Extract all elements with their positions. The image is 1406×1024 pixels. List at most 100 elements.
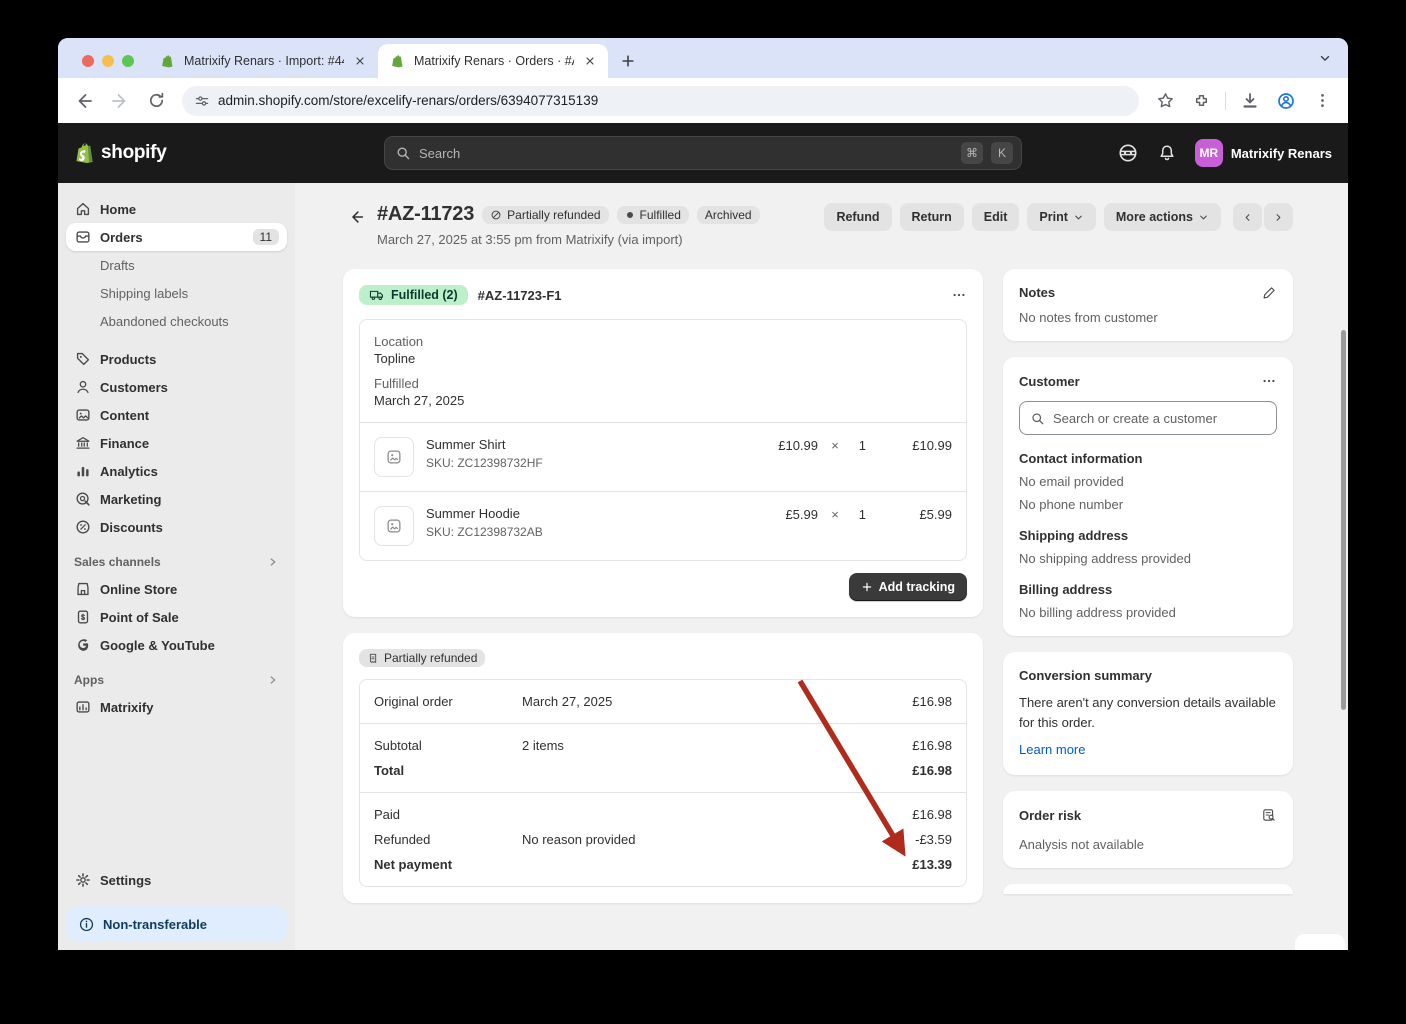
contact-email-line: No email provided	[1019, 474, 1277, 489]
close-window-button[interactable]	[82, 55, 94, 67]
line-item-price: £5.99	[748, 507, 818, 522]
sidebar-item-abandoned-checkouts[interactable]: Abandoned checkouts	[66, 307, 287, 335]
reload-icon[interactable]	[140, 85, 172, 117]
shopify-logo[interactable]: shopify	[74, 141, 166, 165]
truck-icon	[369, 288, 385, 302]
payment-row-total: Total £16.98	[374, 763, 952, 778]
line-item-name[interactable]: Summer Hoodie	[426, 506, 736, 521]
gear-icon	[74, 871, 92, 889]
notes-card: Notes No notes from customer	[1003, 269, 1293, 341]
return-button[interactable]: Return	[900, 203, 964, 231]
download-icon[interactable]	[1234, 85, 1266, 117]
profile-icon[interactable]	[1270, 85, 1302, 117]
apps-section[interactable]: Apps	[66, 659, 287, 693]
sidebar-item-google-youtube[interactable]: Google & YouTube	[66, 631, 287, 659]
non-transferable-banner[interactable]: Non-transferable	[66, 906, 287, 942]
conversion-body: There aren't any conversion details avai…	[1019, 693, 1277, 732]
add-tracking-button[interactable]: Add tracking	[849, 573, 967, 601]
extensions-icon[interactable]	[1185, 85, 1217, 117]
new-tab-button[interactable]	[614, 47, 642, 75]
customer-menu-icon[interactable]	[1261, 373, 1277, 389]
order-risk-title: Order risk	[1019, 808, 1081, 823]
product-image-placeholder-icon	[374, 437, 414, 477]
edit-button[interactable]: Edit	[972, 203, 1020, 231]
address-bar[interactable]: admin.shopify.com/store/excelify-renars/…	[182, 86, 1139, 116]
sidekick-icon[interactable]	[1117, 142, 1139, 164]
bar-chart-icon	[74, 462, 92, 480]
line-item-qty: 1	[852, 438, 866, 453]
browser-tab-import[interactable]: Matrixify Renars · Import: #44	[148, 44, 378, 78]
site-settings-icon[interactable]	[194, 93, 210, 109]
previous-order-button[interactable]	[1233, 203, 1262, 231]
slash-circle-icon	[490, 209, 502, 221]
line-item-row: Summer Shirt SKU: ZC12398732HF £10.99 × …	[360, 423, 966, 491]
sidebar-item-content[interactable]: Content	[66, 401, 287, 429]
order-risk-body: Analysis not available	[1019, 837, 1277, 852]
shopify-favicon-icon	[160, 53, 176, 69]
line-item-row: Summer Hoodie SKU: ZC12398732AB £5.99 × …	[360, 492, 966, 560]
print-button[interactable]: Print	[1027, 203, 1095, 231]
back-arrow-icon[interactable]	[343, 203, 371, 231]
line-item-name[interactable]: Summer Shirt	[426, 437, 736, 452]
zoom-window-button[interactable]	[122, 55, 134, 67]
sidebar-item-point-of-sale[interactable]: Point of Sale	[66, 603, 287, 631]
sidebar-item-settings[interactable]: Settings	[66, 866, 287, 894]
sales-channels-section[interactable]: Sales channels	[66, 541, 287, 575]
edit-notes-pencil-icon[interactable]	[1262, 285, 1277, 300]
browser-menu-icon[interactable]	[1306, 85, 1338, 117]
browser-tab-orders[interactable]: Matrixify Renars · Orders · #A	[378, 44, 608, 78]
tab-title: Matrixify Renars · Orders · #A	[414, 54, 574, 68]
chevron-right-icon	[1273, 212, 1284, 223]
fulfilled-label: Fulfilled	[374, 376, 952, 391]
receipt-icon	[367, 652, 379, 665]
shopify-favicon-icon	[390, 53, 406, 69]
product-image-placeholder-icon	[374, 506, 414, 546]
tab-list-chevron-icon[interactable]	[1314, 47, 1336, 69]
page-scrollbar[interactable]	[1341, 330, 1346, 710]
storefront-icon	[74, 580, 92, 598]
sidebar-item-finance[interactable]: Finance	[66, 429, 287, 457]
forward-icon[interactable]	[104, 85, 136, 117]
notifications-bell-icon[interactable]	[1157, 143, 1177, 163]
line-item-price: £10.99	[748, 438, 818, 453]
sidebar: Home Orders 11 Drafts Shipping labels Ab…	[58, 183, 295, 950]
close-tab-icon[interactable]	[352, 53, 368, 69]
fulfillment-menu-icon[interactable]	[951, 287, 967, 303]
sidebar-item-online-store[interactable]: Online Store	[66, 575, 287, 603]
minimize-window-button[interactable]	[102, 55, 114, 67]
contact-information-header: Contact information	[1019, 451, 1277, 466]
fulfilled-badge: Fulfilled (2)	[359, 285, 468, 305]
customer-search-input[interactable]	[1053, 411, 1266, 426]
matrixify-app-icon	[74, 698, 92, 716]
sidebar-item-discounts[interactable]: Discounts	[66, 513, 287, 541]
admin-top-bar: shopify ⌘ K MR Matrixify Renars	[58, 123, 1348, 183]
account-menu[interactable]: MR Matrixify Renars	[1195, 139, 1332, 167]
sidebar-item-orders[interactable]: Orders 11	[66, 223, 287, 251]
sidebar-item-analytics[interactable]: Analytics	[66, 457, 287, 485]
sidebar-item-marketing[interactable]: Marketing	[66, 485, 287, 513]
fulfillment-code: #AZ-11723-F1	[478, 288, 562, 303]
close-tab-icon[interactable]	[582, 53, 598, 69]
admin-bar-right: MR Matrixify Renars	[1117, 139, 1332, 167]
more-actions-button[interactable]: More actions	[1104, 203, 1221, 231]
customer-search-field[interactable]	[1019, 401, 1277, 435]
orders-icon	[74, 228, 92, 246]
sidebar-item-shipping-labels[interactable]: Shipping labels	[66, 279, 287, 307]
back-icon[interactable]	[68, 85, 100, 117]
sidebar-item-matrixify[interactable]: Matrixify	[66, 693, 287, 721]
next-order-button[interactable]	[1264, 203, 1293, 231]
line-item-multiply: ×	[818, 507, 852, 522]
admin-search-input[interactable]	[419, 146, 953, 161]
sidebar-item-customers[interactable]: Customers	[66, 373, 287, 401]
pos-icon	[74, 608, 92, 626]
conversion-title: Conversion summary	[1019, 668, 1277, 683]
admin-search-bar[interactable]: ⌘ K	[384, 136, 1022, 170]
refund-button[interactable]: Refund	[824, 203, 891, 231]
bookmark-star-icon[interactable]	[1149, 85, 1181, 117]
sidebar-item-drafts[interactable]: Drafts	[66, 251, 287, 279]
sidebar-item-products[interactable]: Products	[66, 345, 287, 373]
avatar: MR	[1195, 139, 1223, 167]
floating-widget-partial	[1295, 934, 1345, 950]
learn-more-link[interactable]: Learn more	[1019, 742, 1085, 757]
sidebar-item-home[interactable]: Home	[66, 195, 287, 223]
